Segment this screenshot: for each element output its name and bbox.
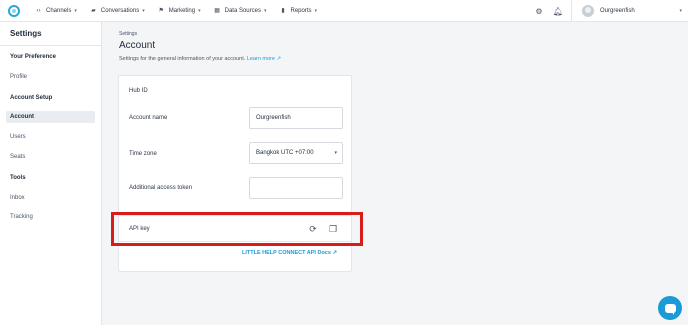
external-link-icon: ↗: [332, 250, 338, 256]
marketing-icon: ⚑: [158, 8, 164, 14]
highlight-box: [111, 212, 363, 246]
user-name: Ourgreenfish: [600, 8, 635, 14]
nav-data-sources-label: Data Sources: [224, 7, 261, 14]
top-right-controls: ⚙ 🔔︎ Ourgreenfish ▾: [532, 0, 688, 22]
time-zone-select[interactable]: Bangkok UTC +07:00 ▾: [249, 142, 343, 164]
sidebar-item-tracking[interactable]: Tracking: [10, 214, 33, 220]
access-token-field[interactable]: [249, 177, 343, 199]
account-name-field[interactable]: Ourgreenfish: [249, 107, 343, 129]
sidebar-item-seats[interactable]: Seats: [10, 154, 25, 160]
sidebar-item-account[interactable]: Account: [6, 111, 95, 123]
external-link-icon: ↗: [276, 56, 282, 62]
chat-widget-button[interactable]: [658, 296, 682, 320]
sidebar-section-tools: Tools: [10, 175, 26, 181]
time-zone-label: Time zone: [129, 151, 157, 157]
account-name-value: Ourgreenfish: [256, 115, 291, 121]
data-sources-icon: ▦: [214, 8, 220, 14]
sidebar-item-profile[interactable]: Profile: [10, 74, 27, 80]
sidebar-title: Settings: [10, 29, 42, 38]
chevron-down-icon: ▾: [314, 7, 318, 14]
chevron-down-icon: ▾: [334, 150, 337, 156]
api-docs-link[interactable]: LITTLE HELP CONNECT API Docs ↗: [242, 250, 337, 256]
time-zone-value: Bangkok UTC +07:00: [256, 150, 314, 156]
sidebar-item-inbox[interactable]: Inbox: [10, 195, 25, 201]
chevron-down-icon: ▾: [198, 7, 201, 14]
chat-icon: [664, 303, 676, 315]
breadcrumb[interactable]: Settings: [119, 31, 137, 37]
chevron-down-icon: ▾: [74, 7, 77, 14]
divider: [571, 0, 572, 22]
channels-icon: ‹›: [36, 7, 41, 14]
sidebar-item-users[interactable]: Users: [10, 134, 26, 140]
nav-marketing[interactable]: ⚑ Marketing ▾: [157, 7, 201, 15]
sidebar-section-your-preference: Your Preference: [10, 54, 56, 60]
nav-conversations[interactable]: ▰ Conversations ▾: [89, 7, 145, 15]
api-docs-label: LITTLE HELP CONNECT API Docs: [242, 250, 331, 256]
learn-more-label: Learn more: [246, 56, 275, 62]
reports-icon: ▮: [281, 8, 285, 14]
avatar: [582, 5, 594, 17]
chevron-down-icon: ▾: [263, 7, 267, 14]
page-title: Account: [119, 40, 156, 51]
divider: [0, 45, 102, 46]
top-navigation-bar: ‹› Channels ▾ ▰ Conversations ▾ ⚑ Market…: [0, 0, 688, 22]
subtitle-text: Settings for the general information of …: [119, 56, 246, 62]
nav-data-sources[interactable]: ▦ Data Sources ▾: [213, 7, 267, 15]
nav-reports-label: Reports: [290, 7, 312, 14]
nav-channels[interactable]: ‹› Channels ▾: [34, 8, 77, 14]
app-logo[interactable]: [8, 4, 20, 17]
page-subtitle: Settings for the general information of …: [119, 56, 281, 62]
nav-conversations-label: Conversations: [100, 7, 140, 14]
settings-sidebar: Settings Your Preference Profile Account…: [0, 22, 102, 325]
sidebar-section-account-setup: Account Setup: [10, 95, 53, 101]
hub-id-label: Hub ID: [129, 88, 148, 94]
bell-icon[interactable]: 🔔︎: [551, 4, 565, 18]
nav-channels-label: Channels: [46, 7, 72, 14]
account-name-label: Account name: [129, 115, 168, 121]
access-token-label: Additional access token: [129, 185, 193, 191]
chevron-down-icon: ▾: [679, 8, 682, 14]
conversations-icon: ▰: [91, 8, 96, 14]
user-menu[interactable]: Ourgreenfish ▾: [582, 5, 688, 17]
gear-icon[interactable]: ⚙: [532, 4, 546, 18]
learn-more-link[interactable]: Learn more ↗: [247, 56, 281, 62]
chevron-down-icon: ▾: [142, 7, 145, 14]
nav-marketing-label: Marketing: [168, 7, 196, 14]
nav-reports[interactable]: ▮ Reports ▾: [278, 7, 318, 15]
